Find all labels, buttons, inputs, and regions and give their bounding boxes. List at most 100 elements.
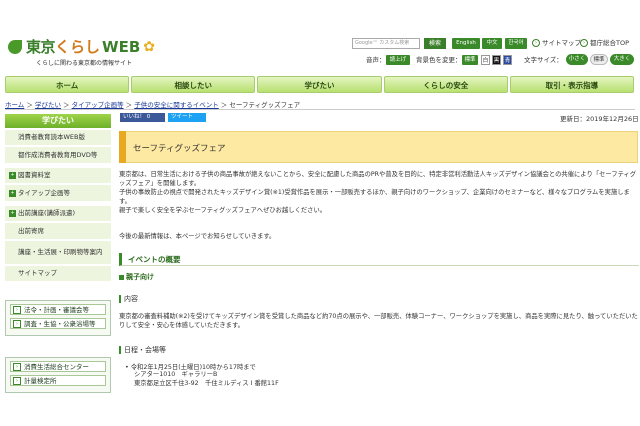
heading-bar-icon	[119, 346, 121, 354]
sub-heading-family-label: 親子向け	[126, 273, 154, 281]
sidebar-item-label: 出前寄席	[18, 226, 44, 235]
content-text: 東京都の審査料補助(※2)を受けてキッズデザイン賞を受賞した商品など約70点の展…	[119, 313, 638, 329]
arrow-icon: ›	[13, 306, 21, 314]
date-heading: 日程・会場等	[119, 345, 166, 355]
sidebar-item-label: タイアップ企画等	[18, 188, 70, 197]
nav-trade[interactable]: 取引・表示指導	[509, 76, 635, 93]
metrology-link[interactable]: › 計量検定所	[10, 375, 106, 386]
bg-blue-button[interactable]: 青	[503, 55, 512, 65]
sidebar-item-label: 出前講座(講師派遣)	[18, 209, 76, 217]
sidebar-heading: 学びたい	[5, 114, 111, 128]
tagline: くらしに関わる東京都の情報サイト	[36, 60, 133, 67]
square-bullet-icon	[119, 274, 124, 280]
bg-color-label: 背景色を変更：	[416, 56, 462, 64]
arrow-icon: ›	[13, 320, 21, 328]
site-logo[interactable]: 東京 くらし WEB ✿	[8, 36, 155, 57]
font-large-button[interactable]: 大きく	[610, 54, 634, 65]
content-heading-label: 内容	[124, 295, 138, 303]
intro-paragraph-1: 東京都は、日常生活における子供の商品事故が絶えないことから、安全に配慮した商品の…	[119, 171, 637, 187]
bg-black-button[interactable]: 黒	[492, 55, 501, 65]
search-button[interactable]: 検索	[424, 38, 446, 49]
sitemap-link-label: サイトマップ	[542, 39, 581, 47]
sidebar-item-label: 講座・生活展・印刷物等案内	[18, 248, 103, 256]
laws-plans-label: 法令・計画・審議会等	[24, 306, 89, 314]
sidebar-box-centers: › 消費生活総合センター › 計量検定所	[5, 357, 111, 393]
arrow-circle-icon: ›	[532, 39, 540, 47]
date-line: 令和2年1月25日(土曜日)10時から17時まで	[130, 364, 256, 371]
read-aloud-button[interactable]: 読上げ	[386, 55, 410, 65]
metrology-label: 計量検定所	[24, 377, 57, 385]
breadcrumb-learn[interactable]: 学びたい	[35, 101, 61, 109]
font-size-label: 文字サイズ：	[524, 56, 563, 64]
intro-paragraph-2: 子供の事故防止の視点で開発されたキッズデザイン賞(※1)受賞作品を展示・一部販売…	[119, 189, 630, 205]
leaf-icon	[8, 39, 22, 54]
facebook-like-button[interactable]: いいね！ 0	[120, 113, 165, 122]
content-heading: 内容	[119, 294, 138, 304]
bg-standard-button[interactable]: 標準	[462, 55, 478, 65]
sidebar-box-policy: › 法令・計画・審議会等 › 調査・生協・公衆浴場等	[5, 300, 111, 336]
date-heading-label: 日程・会場等	[124, 346, 166, 354]
breadcrumb-current: セーフティグッズフェア	[229, 101, 301, 109]
logo-text-web: WEB	[102, 37, 141, 56]
font-small-button[interactable]: 小さく	[566, 54, 588, 65]
voice-label: 音声：	[366, 56, 386, 64]
laws-plans-link[interactable]: › 法令・計画・審議会等	[10, 304, 106, 315]
global-nav: ホーム 相談したい 学びたい くらしの安全 取引・表示指導	[5, 76, 635, 93]
sidebar-item-yose[interactable]: 出前寄席	[5, 223, 111, 240]
arrow-icon: ›	[13, 377, 21, 385]
sidebar-item-reader[interactable]: 消費者教育読本WEB版	[5, 130, 111, 146]
nav-consult[interactable]: 相談したい	[131, 76, 256, 93]
consumer-center-link[interactable]: › 消費生活総合センター	[10, 361, 106, 372]
nav-safety[interactable]: くらしの安全	[383, 76, 508, 93]
arrow-icon: ›	[13, 363, 21, 371]
intro-paragraph-3: 親子で楽しく安全を学ぶセーフティグッズフェアへぜひお越しください。	[119, 207, 327, 214]
nav-home[interactable]: ホーム	[5, 76, 130, 93]
nav-learn[interactable]: 学びたい	[257, 76, 382, 93]
bg-white-button[interactable]: 白	[481, 55, 490, 65]
arrow-circle-icon: ›	[580, 39, 588, 47]
section-heading-overview: イベントの概要	[119, 253, 639, 266]
sidebar-item-label: 図書資料室	[18, 171, 51, 179]
title-accent-bar	[119, 131, 126, 163]
lang-chinese-button[interactable]: 中文	[482, 38, 502, 49]
sidebar-item-label: 消費者教育読本WEB版	[18, 133, 85, 141]
tocho-top-link-label: 都庁総合TOP	[590, 39, 630, 47]
lang-korean-button[interactable]: 한국어	[505, 38, 527, 49]
search-input[interactable]: Google™ カスタム検索	[352, 38, 420, 49]
plus-icon: +	[9, 210, 16, 217]
consumer-center-label: 消費生活総合センター	[24, 363, 89, 371]
logo-text-main: 東京	[26, 38, 56, 56]
plus-icon: +	[9, 189, 16, 197]
sidebar-item-tieup[interactable]: + タイアップ企画等	[5, 185, 111, 202]
breadcrumb: ホーム ＞ 学びたい ＞ タイアップ企画等 ＞ 子供の安全に関するイベント ＞ …	[5, 101, 301, 109]
page-title: セーフティグッズフェア	[133, 144, 226, 154]
breadcrumb-child-safety[interactable]: 子供の安全に関するイベント	[134, 101, 219, 109]
sidebar-item-lecture[interactable]: + 出前講座(講師派遣)	[5, 206, 111, 222]
sidebar-item-label: サイトマップ	[18, 269, 57, 277]
sidebar-item-dvd[interactable]: 都作成消費者教育用DVD等	[5, 147, 111, 164]
flower-icon: ✿	[143, 38, 155, 55]
font-standard-button[interactable]: 標準	[590, 54, 608, 65]
survey-link[interactable]: › 調査・生協・公衆浴場等	[10, 318, 106, 329]
venue-name: シアター1010 ギャラリーB	[134, 371, 218, 378]
sitemap-link[interactable]: › サイトマップ	[532, 38, 581, 49]
sidebar-item-label: 都作成消費者教育用DVD等	[18, 150, 98, 159]
survey-label: 調査・生協・公衆浴場等	[24, 320, 96, 328]
sidebar-item-library[interactable]: + 図書資料室	[5, 168, 111, 184]
sidebar-item-guide[interactable]: 講座・生活展・印刷物等案内	[5, 241, 111, 265]
logo-text-kurashi: くらし	[55, 38, 101, 56]
sidebar-item-sitemap[interactable]: サイトマップ	[5, 266, 111, 282]
breadcrumb-tieup[interactable]: タイアップ企画等	[72, 101, 124, 109]
updated-date: 更新日：2019年12月26日	[560, 115, 639, 123]
heading-bar-icon	[119, 295, 121, 303]
sub-heading-family: 親子向け	[119, 272, 154, 282]
breadcrumb-home[interactable]: ホーム	[5, 101, 24, 109]
venue-address: 東京都足立区千住3-92 千住ミルディス I 番館11F	[134, 380, 279, 387]
notice-text: 今後の最新情報は、本ページでお知らせしていきます。	[119, 233, 276, 240]
plus-icon: +	[9, 172, 16, 179]
tocho-top-link[interactable]: › 都庁総合TOP	[580, 38, 629, 49]
lang-english-button[interactable]: English	[452, 38, 480, 49]
tweet-button[interactable]: ツイート	[168, 113, 206, 122]
divider	[5, 109, 635, 110]
date-item: • 令和2年1月25日(土曜日)10時から17時まで	[125, 364, 256, 371]
